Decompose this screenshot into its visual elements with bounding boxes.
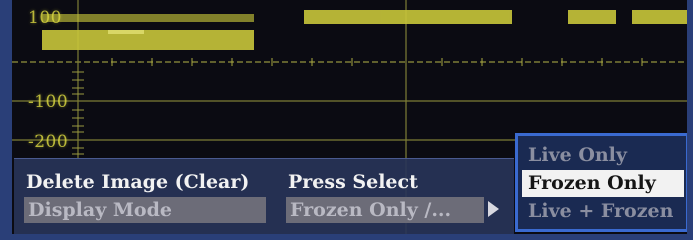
dropdown-arrow-icon[interactable]: [488, 201, 499, 217]
display-mode-field[interactable]: Display Mode: [24, 197, 266, 223]
axis-label-minus200: -200: [28, 132, 69, 152]
display-mode-popup: Live Only Frozen Only Live + Frozen: [515, 133, 689, 232]
delete-image-label[interactable]: Delete Image (Clear): [26, 171, 249, 193]
frozen-mode-dropdown[interactable]: Frozen Only /...: [286, 197, 484, 223]
waveform-trace: [42, 10, 687, 50]
axis-label-100: 100: [28, 8, 62, 28]
option-live-only[interactable]: Live Only: [522, 142, 684, 169]
axis-label-minus100: -100: [28, 92, 69, 112]
waveform-monitor-screen: 100 -100 -200 Delete Image (Clear) Displ…: [0, 0, 693, 240]
bezel-right: [687, 0, 693, 240]
option-frozen-only[interactable]: Frozen Only: [522, 170, 684, 197]
option-live-plus-frozen[interactable]: Live + Frozen: [522, 198, 684, 225]
bezel-left: [0, 0, 12, 240]
menu-panel: Delete Image (Clear) Display Mode Press …: [14, 158, 514, 235]
bezel-bottom: [0, 234, 693, 240]
press-select-label: Press Select: [288, 171, 418, 193]
